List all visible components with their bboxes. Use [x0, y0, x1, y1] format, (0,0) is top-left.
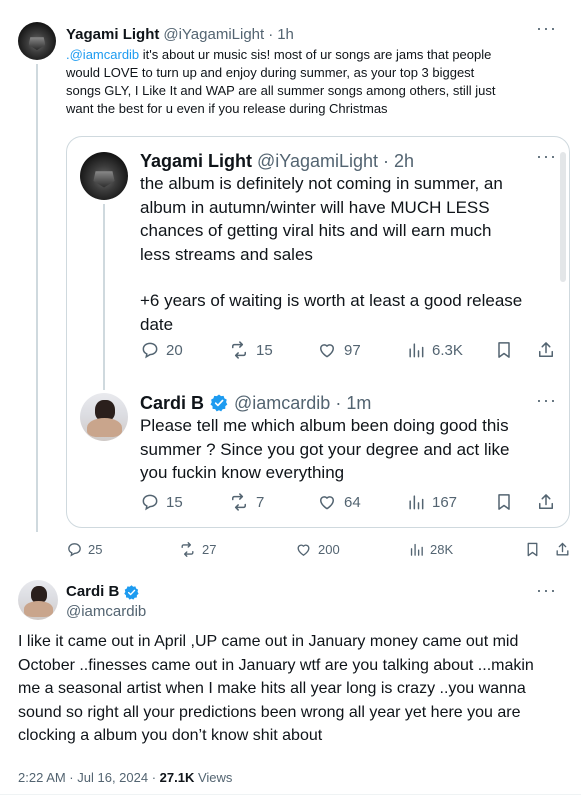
avatar-cardi-main[interactable] — [18, 580, 58, 620]
reply-tweet-text: .@iamcardib it's about ur music sis! mos… — [66, 47, 496, 116]
repost-button[interactable]: 27 — [178, 541, 216, 558]
views-button[interactable]: 167 — [406, 492, 457, 512]
more-options-icon[interactable]: ··· — [536, 18, 557, 39]
repost-icon — [228, 492, 250, 512]
avatar-cardi-quoted[interactable] — [80, 393, 128, 441]
heart-icon — [294, 541, 313, 558]
reply-icon — [140, 340, 160, 360]
quoted-second-header: Cardi B @iamcardib · 1m — [140, 392, 371, 414]
heart-icon — [316, 340, 338, 360]
heart-icon — [316, 492, 338, 512]
like-button[interactable]: 200 — [294, 541, 340, 558]
avatar-yagami-quoted[interactable] — [80, 152, 128, 200]
author-handle[interactable]: @iYagamiLight — [257, 150, 378, 172]
bookmark-button[interactable] — [494, 492, 514, 512]
author-handle[interactable]: @iamcardib — [234, 392, 330, 414]
tweet-time[interactable]: 1h — [277, 26, 294, 44]
more-options-icon[interactable]: ··· — [536, 146, 557, 167]
separator: · — [383, 151, 390, 171]
author-name[interactable]: Cardi B — [140, 392, 204, 414]
repost-icon — [228, 340, 250, 360]
views-chart-icon — [406, 340, 426, 360]
reply-icon — [140, 492, 160, 512]
verified-badge-icon — [123, 584, 140, 601]
reply-tweet-header: Yagami Light @iYagamiLight · 1h — [66, 26, 294, 44]
quote-scrollbar[interactable] — [560, 152, 566, 282]
author-handle[interactable]: @iYagamiLight — [163, 26, 264, 44]
main-tweet-text: I like it came out in April ,UP came out… — [18, 633, 534, 744]
share-button[interactable] — [536, 492, 556, 512]
quoted-second-actions: 15 7 64 167 — [140, 490, 560, 516]
reply-button[interactable]: 25 — [66, 541, 102, 558]
views-button[interactable]: 28K — [408, 541, 453, 558]
views-chart-icon — [406, 492, 426, 512]
reply-button[interactable]: 20 — [140, 340, 183, 360]
thread-connector — [36, 64, 38, 532]
main-tweet-author: Cardi B @iamcardib — [66, 583, 146, 621]
mention-link[interactable]: .@iamcardib — [66, 47, 139, 62]
views-button[interactable]: 6.3K — [406, 340, 463, 360]
bookmark-icon — [494, 340, 514, 360]
views-label: Views — [194, 770, 233, 785]
views-count: 27.1K — [159, 770, 195, 785]
tweet-time[interactable]: 2h — [394, 150, 414, 172]
quoted-first-text: the album is definitely not coming in su… — [140, 174, 523, 334]
quoted-second-text: Please tell me which album been doing go… — [140, 416, 510, 482]
quoted-first-header: Yagami Light @iYagamiLight · 2h — [140, 150, 414, 172]
verified-badge-icon — [209, 393, 229, 413]
quoted-first-actions: 20 15 97 6.3K — [140, 338, 560, 364]
quoted-thread-connector — [103, 204, 105, 390]
more-options-icon[interactable]: ··· — [536, 390, 557, 411]
reply-button[interactable]: 15 — [140, 492, 183, 512]
like-button[interactable]: 97 — [316, 340, 361, 360]
bookmark-icon — [494, 492, 514, 512]
separator: · — [268, 26, 274, 43]
share-button[interactable] — [536, 340, 556, 360]
repost-button[interactable]: 15 — [228, 340, 273, 360]
share-button[interactable] — [554, 541, 571, 558]
avatar-yagami[interactable] — [18, 22, 56, 60]
timestamp[interactable]: 2:22 AM · Jul 16, 2024 · — [18, 770, 156, 785]
share-icon — [554, 541, 571, 558]
views-chart-icon — [408, 541, 425, 558]
separator: · — [335, 393, 342, 413]
author-name[interactable]: Yagami Light — [140, 150, 252, 172]
share-icon — [536, 492, 556, 512]
share-icon — [536, 340, 556, 360]
bottom-divider — [0, 794, 581, 795]
bookmark-button[interactable] — [524, 541, 541, 558]
bookmark-icon — [524, 541, 541, 558]
main-tweet-meta: 2:22 AM · Jul 16, 2024 · 27.1K Views — [18, 770, 232, 786]
reply-tweet-actions: 25 27 200 28K — [66, 540, 572, 562]
author-name[interactable]: Yagami Light — [66, 26, 159, 44]
tweet-time[interactable]: 1m — [346, 392, 371, 414]
bookmark-button[interactable] — [494, 340, 514, 360]
author-name[interactable]: Cardi B — [66, 583, 119, 601]
repost-icon — [178, 541, 197, 558]
reply-icon — [66, 541, 83, 558]
repost-button[interactable]: 7 — [228, 492, 264, 512]
author-handle[interactable]: @iamcardib — [66, 603, 146, 621]
like-button[interactable]: 64 — [316, 492, 361, 512]
more-options-icon[interactable]: ··· — [536, 580, 557, 601]
